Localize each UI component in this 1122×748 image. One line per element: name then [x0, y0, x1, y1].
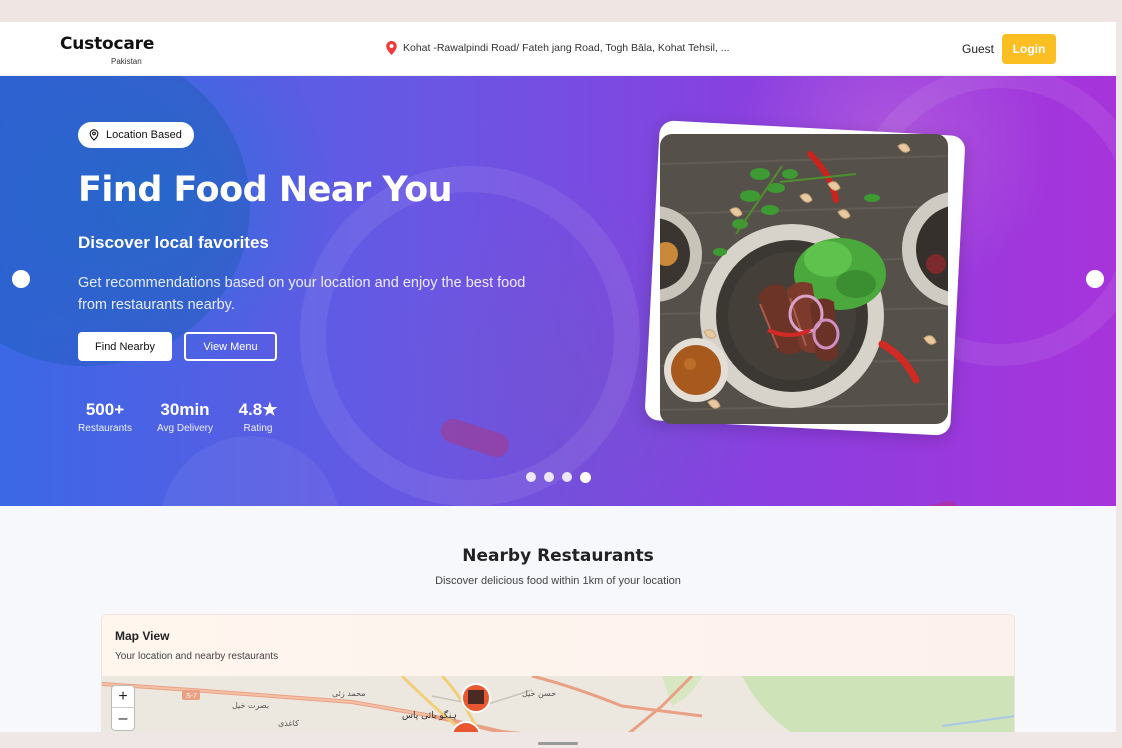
hero-background-decoration [0, 76, 250, 366]
map-subtitle: Your location and nearby restaurants [115, 651, 279, 662]
hero-carousel: Location Based Find Food Near You Discov… [0, 76, 1116, 506]
road-label: S-7 [186, 693, 197, 700]
stat-value: 30min [160, 400, 210, 419]
stat-delivery: 30min Avg Delivery [154, 400, 216, 434]
food-photo-illustration [660, 134, 948, 424]
hero-description: Get recommendations based on your locati… [78, 275, 526, 313]
stat-value: 500+ [85, 400, 125, 419]
view-menu-button[interactable]: View Menu [184, 332, 277, 361]
hero-title: Find Food Near You [78, 170, 453, 210]
map-place-label: بصرت خیل [232, 701, 269, 710]
bottom-scroll-handle[interactable] [538, 742, 578, 745]
browser-bottom-strip [0, 732, 1122, 748]
location-based-badge: Location Based [78, 122, 194, 148]
stat-restaurants: 500+ Restaurants [78, 400, 132, 434]
map-card: Map View Your location and nearby restau… [101, 614, 1015, 738]
find-nearby-button[interactable]: Find Nearby [78, 332, 172, 361]
hero-background-decoration [898, 498, 962, 506]
hero-subtitle: Discover local favorites [78, 233, 269, 252]
map-card-header: Map View Your location and nearby restau… [102, 615, 1014, 676]
carousel-dot[interactable] [526, 472, 536, 482]
browser-top-strip [0, 0, 1122, 22]
map-place-label: محمد زئی [332, 689, 366, 698]
guest-label: Guest [962, 42, 995, 56]
stat-value: 4.8★ [238, 400, 278, 419]
carousel-next-icon[interactable] [1086, 270, 1104, 288]
restaurant-marker-image [468, 690, 484, 704]
badge-label: Location Based [106, 129, 182, 141]
hero-background-decoration [300, 166, 640, 506]
stat-label: Restaurants [78, 423, 132, 434]
map-tiles: S-7 محمد زئی بصرت خیل کاغذی ہنگو بائی پا… [102, 676, 1014, 737]
map-pin-icon [386, 41, 397, 55]
brand-logo[interactable]: Custocare Pakistan [60, 34, 155, 66]
carousel-dot[interactable] [544, 472, 554, 482]
carousel-indicators [526, 471, 591, 483]
carousel-prev-icon[interactable] [12, 270, 30, 288]
brand-country: Pakistan [111, 57, 142, 66]
map-place-label: کاغذی [278, 719, 299, 728]
zoom-in-button[interactable]: + [112, 686, 134, 708]
zoom-out-button[interactable]: – [112, 708, 134, 730]
login-button[interactable]: Login [1002, 34, 1056, 64]
navbar: Custocare Pakistan Kohat -Rawalpindi Roa… [0, 22, 1116, 76]
map-title: Map View [115, 629, 170, 643]
current-location[interactable]: Kohat -Rawalpindi Road/ Fateh jang Road,… [386, 41, 729, 55]
map-pin-outline-icon [89, 129, 99, 141]
brand-name: Custocare [60, 34, 155, 54]
map-canvas[interactable]: S-7 محمد زئی بصرت خیل کاغذی ہنگو بائی پا… [102, 676, 1014, 737]
stat-label: Avg Delivery [157, 423, 213, 434]
map-place-label: حسن خیل [522, 689, 556, 698]
section-subtitle: Discover delicious food within 1km of yo… [435, 575, 681, 587]
page-scrollbar-track[interactable] [1116, 22, 1122, 732]
hero-background-decoration [160, 436, 340, 506]
carousel-dot-active[interactable] [580, 471, 591, 483]
section-title: Nearby Restaurants [462, 546, 654, 566]
stat-label: Rating [243, 423, 273, 434]
map-place-label: ہنگو بائی پاس [402, 709, 457, 721]
stat-rating: 4.8★ Rating [236, 400, 280, 434]
location-text: Kohat -Rawalpindi Road/ Fateh jang Road,… [403, 42, 730, 54]
nearby-restaurants-section: Nearby Restaurants Discover delicious fo… [0, 506, 1116, 738]
map-zoom-control: + – [111, 685, 135, 731]
food-image [660, 134, 948, 424]
carousel-dot[interactable] [562, 472, 572, 482]
